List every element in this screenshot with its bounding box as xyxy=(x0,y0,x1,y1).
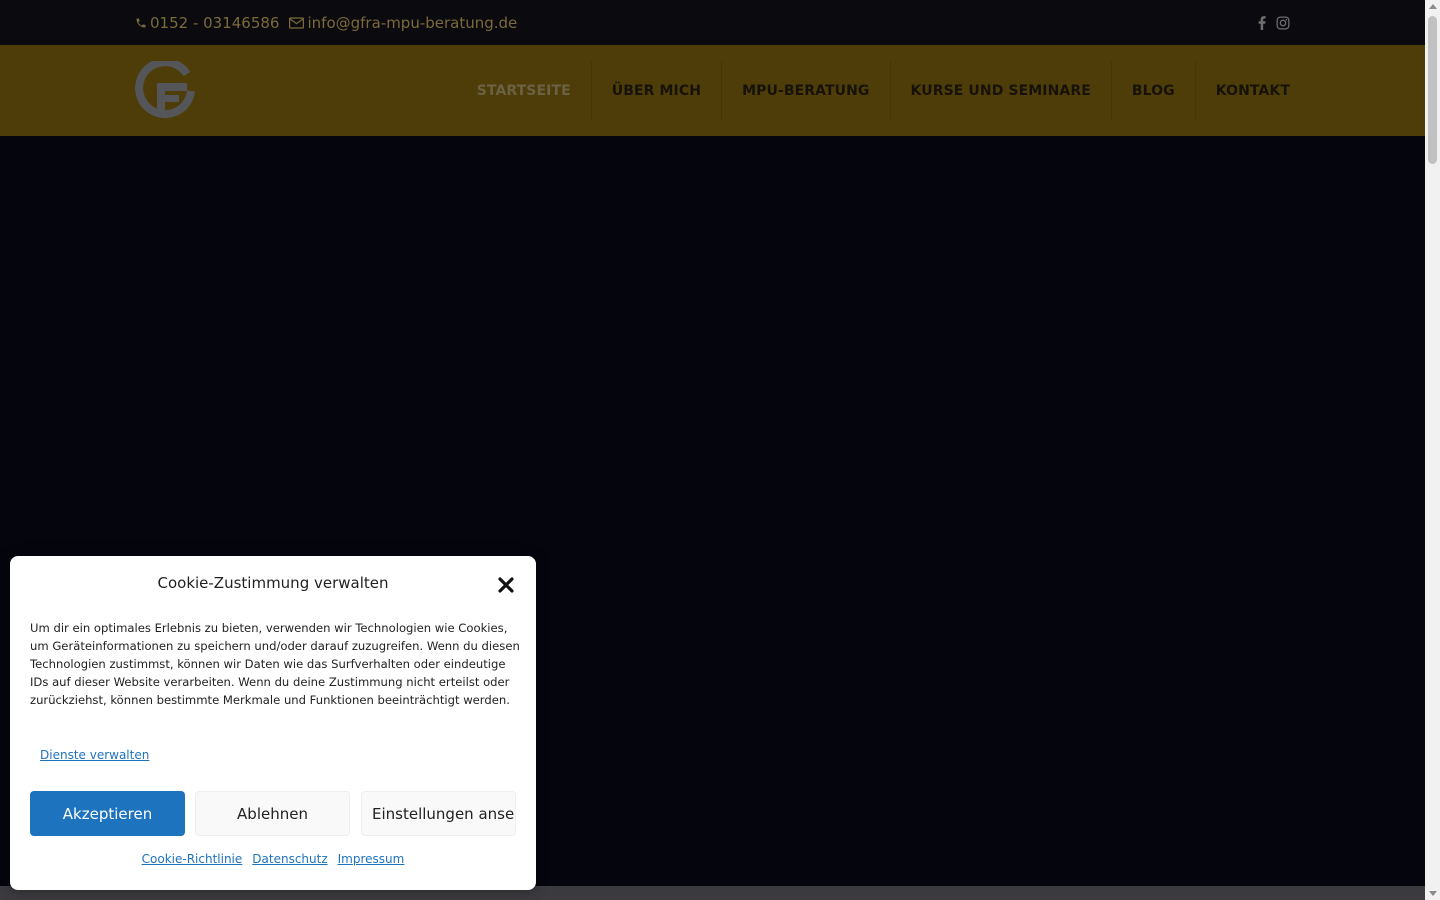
phone-number: 0152 - 03146586 xyxy=(150,13,280,32)
site-logo[interactable] xyxy=(135,58,195,121)
cookie-message: Um dir ein optimales Erlebnis zu bieten,… xyxy=(30,621,520,707)
manage-services-link[interactable]: Dienste verwalten xyxy=(40,748,149,762)
scroll-down-arrow-icon[interactable] xyxy=(1429,891,1437,896)
facebook-icon[interactable] xyxy=(1258,15,1266,30)
close-icon[interactable] xyxy=(497,576,515,594)
instagram-icon[interactable] xyxy=(1276,16,1290,30)
accept-button[interactable]: Akzeptieren xyxy=(30,791,185,836)
contact-info: 0152 - 03146586 info@gfra-mpu-beratung.d… xyxy=(135,0,517,45)
top-bar: 0152 - 03146586 info@gfra-mpu-beratung.d… xyxy=(0,0,1425,45)
imprint-link[interactable]: Impressum xyxy=(338,852,405,866)
email-address: info@gfra-mpu-beratung.de xyxy=(307,13,518,32)
envelope-icon xyxy=(289,16,305,29)
cookie-consent-dialog: Cookie-Zustimmung verwalten Um dir ein o… xyxy=(10,556,536,890)
deny-button[interactable]: Ablehnen xyxy=(195,791,350,836)
privacy-link[interactable]: Datenschutz xyxy=(252,852,327,866)
cookie-dialog-title: Cookie-Zustimmung verwalten xyxy=(157,574,389,592)
email-link[interactable]: info@gfra-mpu-beratung.de xyxy=(289,14,517,32)
nav-blog[interactable]: BLOG xyxy=(1110,60,1195,121)
nav-ueber-mich[interactable]: ÜBER MICH xyxy=(590,60,721,121)
phone-link[interactable]: 0152 - 03146586 xyxy=(135,14,279,32)
scroll-up-arrow-icon[interactable] xyxy=(1429,4,1437,9)
nav-startseite[interactable]: STARTSEITE xyxy=(457,61,591,121)
main-navigation: STARTSEITE ÜBER MICH MPU-BERATUNG KURSE … xyxy=(457,45,1290,136)
scrollbar-thumb[interactable] xyxy=(1428,16,1437,164)
cookie-legal-links: Cookie-Richtlinie Datenschutz Impressum xyxy=(10,852,536,866)
social-links xyxy=(1258,0,1290,45)
nav-kontakt[interactable]: KONTAKT xyxy=(1194,60,1290,121)
phone-icon xyxy=(135,17,147,29)
logo-mark-icon xyxy=(135,58,195,119)
nav-mpu-beratung[interactable]: MPU-BERATUNG xyxy=(721,60,889,121)
cookie-policy-link[interactable]: Cookie-Richtlinie xyxy=(142,852,243,866)
page-scrollbar[interactable] xyxy=(1425,0,1440,900)
view-preferences-button[interactable]: Einstellungen ansehen xyxy=(361,791,516,836)
site-header: STARTSEITE ÜBER MICH MPU-BERATUNG KURSE … xyxy=(0,45,1425,136)
nav-kurse-und-seminare[interactable]: KURSE UND SEMINARE xyxy=(889,60,1111,121)
